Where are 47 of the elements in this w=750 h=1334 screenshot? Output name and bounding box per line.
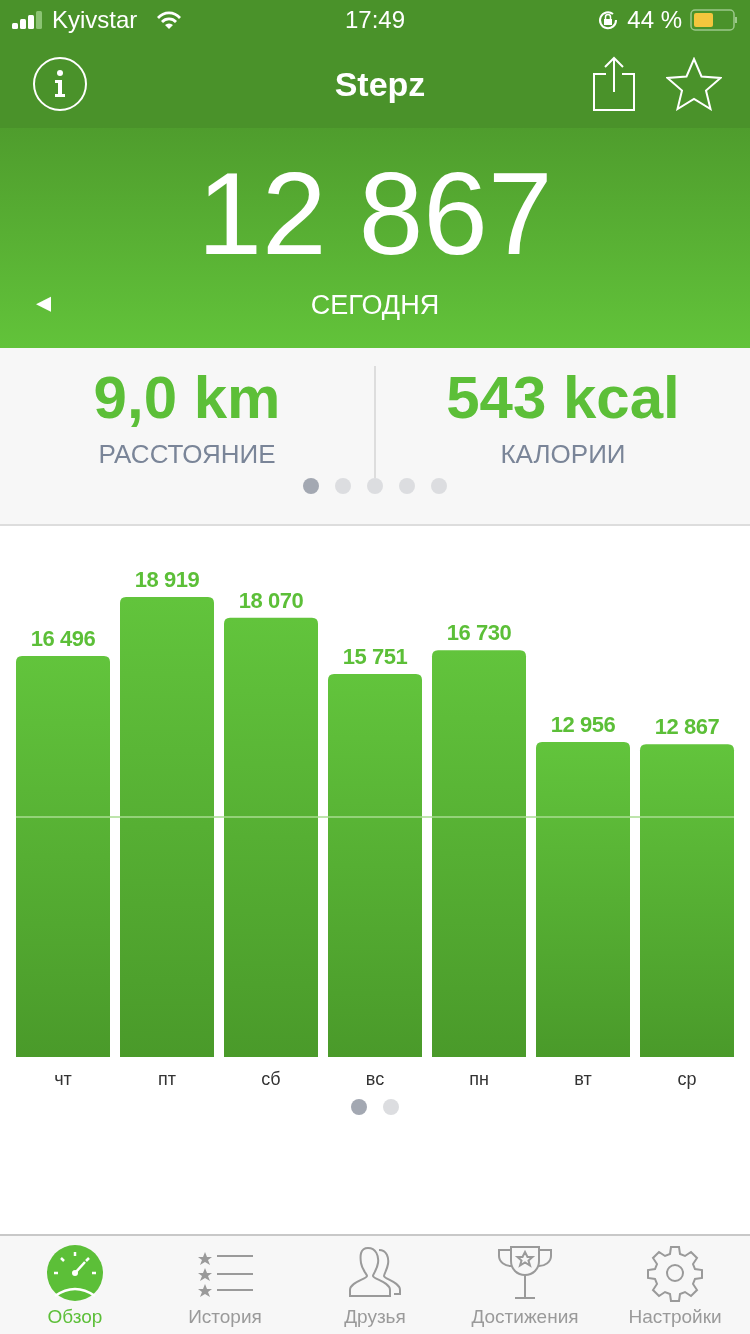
day-label: вс [365,1069,385,1089]
page-dot[interactable] [399,478,415,494]
day-label: СЕГОДНЯ [310,290,440,321]
app-title: Stepz [333,64,427,104]
day-label: вт [574,1069,592,1089]
page-dot[interactable] [335,478,351,494]
rotation-lock-icon [597,9,620,31]
stat-label: КАЛОРИИ [500,439,626,470]
gauge-icon [45,1244,105,1302]
step-count: 12 867 [197,156,553,272]
value-label: 15 751 [342,644,408,670]
settings-icon [645,1244,705,1302]
page-dot[interactable] [431,478,447,494]
clock-time: 17:49 [344,6,406,34]
value-label: 12 867 [654,714,720,740]
share-button[interactable] [592,56,636,112]
page-dot[interactable] [367,478,383,494]
stat-label: РАССТОЯНИЕ [98,439,276,470]
wifi-icon [155,10,184,30]
stat-value: 543 kcal [446,366,680,429]
stat-value: 9,0 km [93,366,281,429]
day-label: сб [261,1069,281,1089]
day-label: пн [469,1069,489,1089]
page-dot[interactable] [351,1099,367,1115]
favorite-button[interactable] [666,57,722,111]
tab-button[interactable]: Друзья [300,1236,450,1334]
battery-percent: 44 % [627,6,682,34]
value-label: 12 956 [550,712,616,737]
tab-button[interactable]: Достижения [450,1236,600,1334]
value-label: 16 730 [446,620,512,646]
page-dot[interactable] [383,1099,399,1115]
value-label: 18 919 [134,567,200,592]
signal-icon [12,11,44,29]
info-button[interactable] [32,56,88,112]
tab-button[interactable]: Настройки [600,1236,750,1334]
trophy-icon [495,1244,555,1302]
previous-day-button[interactable]: ◂ [36,284,51,319]
day-label: ср [677,1069,697,1089]
page-dot[interactable] [303,478,319,494]
tab-button[interactable]: История [150,1236,300,1334]
day-label: чт [54,1069,72,1089]
carrier-name: Kyivstar [52,6,138,34]
value-label: 16 496 [30,625,96,651]
battery-icon [690,9,738,31]
value-label: 18 070 [238,587,304,613]
day-label: пт [158,1069,176,1089]
tab-button[interactable]: Обзор [0,1236,150,1334]
